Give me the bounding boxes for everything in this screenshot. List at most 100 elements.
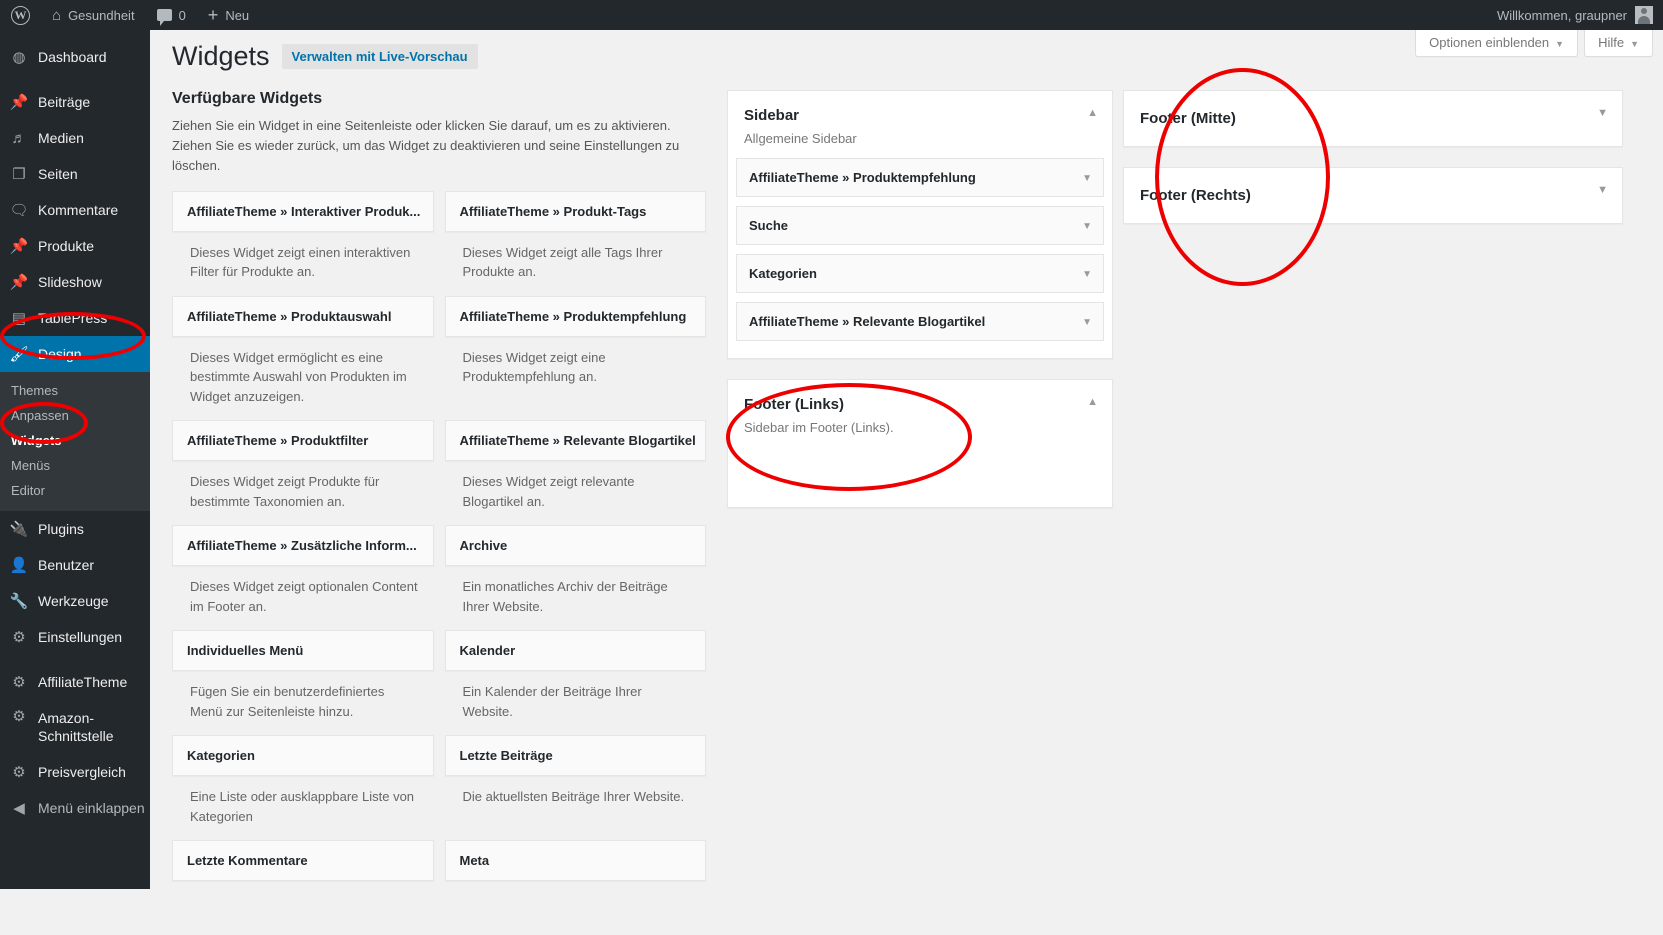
wp-logo-menu[interactable]: W (0, 0, 41, 30)
available-widget-item[interactable]: Kalender (445, 630, 707, 671)
brush-icon: 🖌 (9, 347, 29, 362)
widgets-columns: Verfügbare Widgets Ziehen Sie ein Widget… (150, 74, 1663, 935)
page-title: Widgets (172, 39, 270, 74)
available-widget-item[interactable]: AffiliateTheme » Produkt-Tags (445, 191, 707, 232)
chevron-down-icon[interactable]: ▼ (1082, 221, 1092, 232)
available-widget-cell: ArchiveEin monatliches Archiv der Beiträ… (445, 525, 718, 630)
available-widget-description: Die aktuellsten Beiträge Ihrer Website. (445, 776, 707, 830)
sidebar-item-tablepress[interactable]: ▤ TablePress (0, 300, 150, 336)
user-icon: 👤 (9, 558, 29, 573)
sidebar-item-amazon-schnittstelle[interactable]: ⚙ Amazon-Schnittstelle (0, 700, 150, 754)
chevron-down-icon[interactable]: ▼ (1082, 317, 1092, 328)
site-name-label: Gesundheit (68, 8, 135, 23)
available-widget-description: Dieses Widget zeigt relevante Blogartike… (445, 461, 707, 525)
available-widget-item[interactable]: AffiliateTheme » Interaktiver Produk... (172, 191, 434, 232)
sidebar-item-label: AffiliateTheme (38, 673, 127, 691)
sidebar-item-produkte[interactable]: 📌 Produkte (0, 228, 150, 264)
available-widget-item[interactable]: AffiliateTheme » Relevante Blogartikel (445, 420, 707, 461)
chevron-up-icon[interactable]: ▲ (1087, 108, 1098, 119)
sidebar-panel-header[interactable]: Footer (Rechts)▼ (1124, 168, 1622, 223)
screen-meta-links: Optionen einblenden▼ Hilfe ▼ (1415, 30, 1653, 57)
sidebar-item-werkzeuge[interactable]: 🔧 Werkzeuge (0, 583, 150, 619)
sidebar-subitem-widgets[interactable]: Widgets (0, 428, 150, 453)
sidebar-item-kommentare[interactable]: 🗨 Kommentare (0, 192, 150, 228)
assigned-widget-label: Suche (749, 218, 788, 233)
available-widget-cell: AffiliateTheme » ProduktauswahlDieses Wi… (172, 296, 445, 421)
assigned-widget-item[interactable]: AffiliateTheme » Relevante Blogartikel▼ (736, 302, 1104, 341)
available-widget-description: Dieses Widget zeigt einen interaktiven F… (172, 232, 434, 296)
comments-menu[interactable]: 0 (146, 0, 197, 30)
sidebar-panel-title: Footer (Mitte) (1140, 108, 1606, 129)
sidebar-panel: Footer (Rechts)▼ (1123, 167, 1623, 224)
sidebar-panel-subtitle: Allgemeine Sidebar (744, 131, 1096, 146)
chevron-up-icon[interactable]: ▲ (1087, 397, 1098, 408)
assigned-widget-item[interactable]: Kategorien ▼ (736, 254, 1104, 293)
chevron-down-icon[interactable]: ▼ (1597, 185, 1608, 196)
sidebar-item-label: Werkzeuge (38, 592, 109, 610)
assigned-widget-item[interactable]: Suche ▼ (736, 206, 1104, 245)
my-account-menu[interactable]: Willkommen, graupner (1486, 0, 1627, 30)
available-widget-item[interactable]: Letzte Beiträge (445, 735, 707, 776)
sidebar-item-design[interactable]: 🖌 Design (0, 336, 150, 372)
sidebar-item-beitraege[interactable]: 📌 Beiträge (0, 84, 150, 120)
sidebar-item-plugins[interactable]: 🔌 Plugins (0, 511, 150, 547)
available-widget-item[interactable]: AffiliateTheme » Zusätzliche Inform... (172, 525, 434, 566)
dashboard-icon: ◍ (9, 50, 29, 65)
sidebar-item-preisvergleich[interactable]: ⚙ Preisvergleich (0, 754, 150, 790)
available-widget-cell: Letzte BeiträgeDie aktuellsten Beiträge … (445, 735, 718, 840)
sidebar-panel-header[interactable]: Footer (Mitte)▼ (1124, 91, 1622, 146)
available-widget-cell: AffiliateTheme » ProduktempfehlungDieses… (445, 296, 718, 421)
sidebar-panel-header[interactable]: Footer (Links)Sidebar im Footer (Links).… (728, 380, 1112, 447)
settings-icon: ⚙ (9, 630, 29, 645)
sidebar-subitem-anpassen[interactable]: Anpassen (0, 403, 150, 428)
assigned-widget-item[interactable]: AffiliateTheme » Produktempfehlung▼ (736, 158, 1104, 197)
live-preview-button[interactable]: Verwalten mit Live-Vorschau (282, 44, 478, 69)
collapse-menu-label: Menü einklappen (38, 799, 145, 817)
sidebar-item-dashboard[interactable]: ◍ Dashboard (0, 39, 150, 75)
sidebar-panel-title: Footer (Links) (744, 394, 1096, 415)
home-icon: ⌂ (52, 8, 61, 23)
admin-bar: W ⌂ Gesundheit 0 + Neu Willkommen, graup… (0, 0, 1663, 30)
available-widget-item[interactable]: AffiliateTheme » Produktempfehlung (445, 296, 707, 337)
chevron-down-icon[interactable]: ▼ (1082, 269, 1092, 280)
help-label: Hilfe (1598, 35, 1624, 50)
sidebar-panel-title: Footer (Rechts) (1140, 185, 1606, 206)
chevron-down-icon[interactable]: ▼ (1082, 173, 1092, 184)
available-widget-item[interactable]: Archive (445, 525, 707, 566)
available-widget-description: Dieses Widget zeigt alle Tags Ihrer Prod… (445, 232, 707, 296)
comment-bubble-icon (157, 9, 172, 21)
sidebar-item-benutzer[interactable]: 👤 Benutzer (0, 547, 150, 583)
available-widget-description (172, 881, 434, 935)
sidebar-item-affiliatetheme[interactable]: ⚙ AffiliateTheme (0, 664, 150, 700)
sidebar-item-slideshow[interactable]: 📌 Slideshow (0, 264, 150, 300)
sidebar-subitem-editor[interactable]: Editor (0, 478, 150, 503)
available-widget-item[interactable]: Individuelles Menü (172, 630, 434, 671)
chevron-down-icon[interactable]: ▼ (1597, 108, 1608, 119)
new-content-menu[interactable]: + Neu (197, 0, 260, 30)
screen-options-toggle[interactable]: Optionen einblenden▼ (1415, 30, 1578, 57)
sidebar-item-medien[interactable]: ♬ Medien (0, 120, 150, 156)
sidebar-panel-header[interactable]: SidebarAllgemeine Sidebar▲ (728, 91, 1112, 158)
assigned-widget-label: Kategorien (749, 266, 817, 281)
sidebar-item-einstellungen[interactable]: ⚙ Einstellungen (0, 619, 150, 655)
pages-icon: ❐ (9, 167, 29, 182)
help-toggle[interactable]: Hilfe ▼ (1584, 30, 1653, 57)
sidebar-drop-area[interactable] (736, 447, 1104, 499)
available-widget-cell: Meta (445, 840, 718, 935)
plus-icon: + (208, 6, 219, 24)
available-widget-item[interactable]: Kategorien (172, 735, 434, 776)
chevron-down-icon: ▼ (1630, 39, 1639, 49)
sidebar-item-label: Beiträge (38, 93, 90, 111)
sidebar-item-seiten[interactable]: ❐ Seiten (0, 156, 150, 192)
available-widget-item[interactable]: Meta (445, 840, 707, 881)
available-widget-item[interactable]: AffiliateTheme » Produktfilter (172, 420, 434, 461)
sidebar-subitem-themes[interactable]: Themes (0, 378, 150, 403)
site-name-menu[interactable]: ⌂ Gesundheit (41, 0, 146, 30)
sidebar-subitem-menus[interactable]: Menüs (0, 453, 150, 478)
available-widget-item[interactable]: Letzte Kommentare (172, 840, 434, 881)
collapse-menu-button[interactable]: ◀ Menü einklappen (0, 790, 150, 826)
design-submenu: Themes Anpassen Widgets Menüs Editor (0, 372, 150, 511)
available-widgets-column: Verfügbare Widgets Ziehen Sie ein Widget… (172, 90, 717, 935)
sidebar-item-label: Benutzer (38, 556, 94, 574)
available-widget-item[interactable]: AffiliateTheme » Produktauswahl (172, 296, 434, 337)
